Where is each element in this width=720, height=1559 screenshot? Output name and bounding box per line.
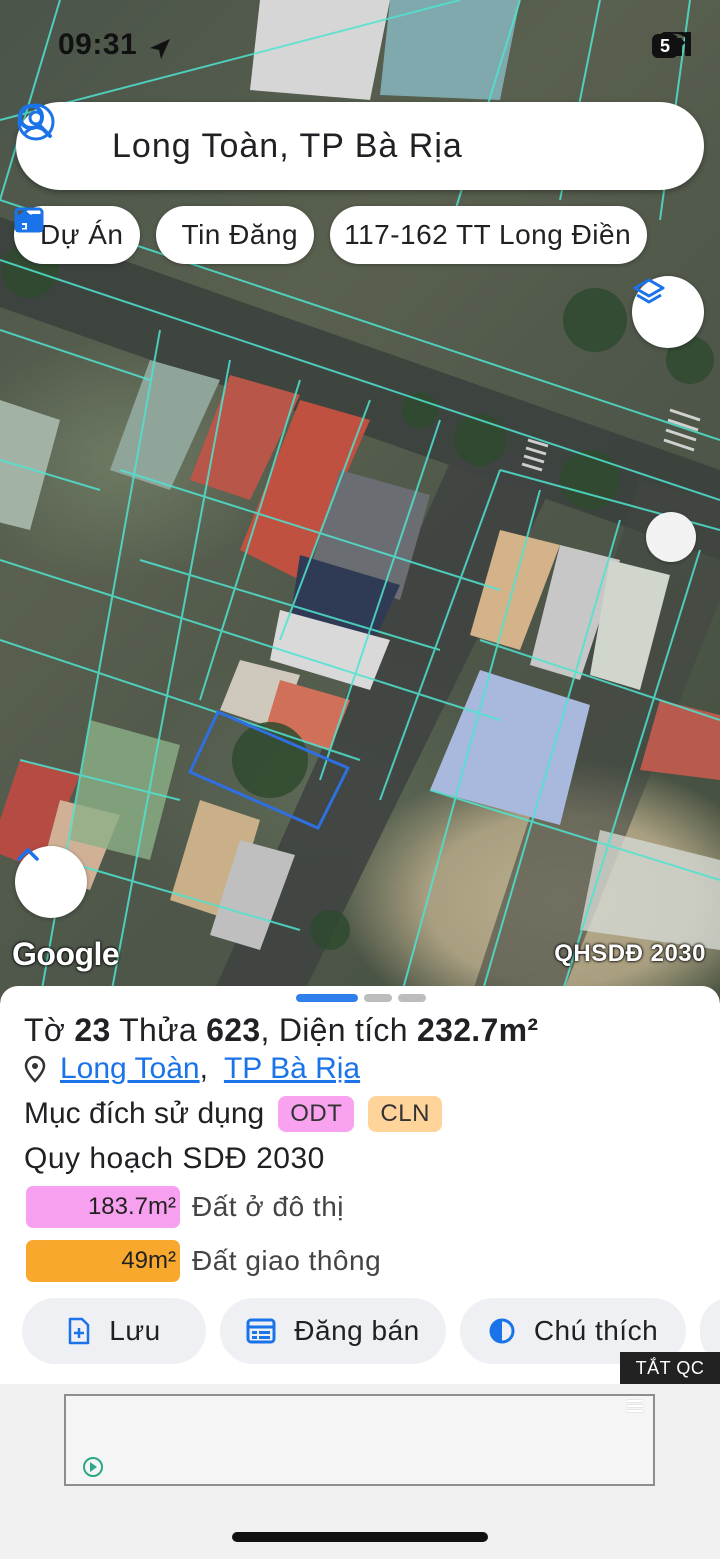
post-for-sale-label: Đăng bán (294, 1315, 420, 1346)
sheet-pager[interactable] (296, 994, 426, 1002)
purpose-tag-cln[interactable]: CLN (368, 1096, 442, 1132)
post-for-sale-button[interactable]: Đăng bán (220, 1298, 446, 1364)
pager-dot (398, 994, 426, 1002)
plan-title: Quy hoạch SDĐ 2030 (24, 1142, 325, 1175)
add-document-icon (67, 1317, 91, 1345)
search-bar[interactable] (16, 102, 704, 190)
search-icon[interactable] (16, 102, 54, 140)
plan-area-bar: 49m² (26, 1240, 180, 1282)
purpose-tag-odt[interactable]: ODT (278, 1096, 355, 1132)
layers-button[interactable] (632, 276, 704, 348)
chip-tin-dang[interactable]: Tin Đăng (14, 206, 315, 264)
pager-dot (364, 994, 392, 1002)
map-view[interactable]: 09:31 5 Long Toàn, TP Bà Rịa Dự Án Tin Đ… (0, 0, 720, 1000)
layers-icon (633, 278, 665, 304)
filter-chips: Dự Án Tin Đăng 117-162 TT Long Điền (14, 206, 648, 264)
plan-label: Đất giao thông (192, 1245, 382, 1276)
parcel-location: Long Toàn , TP Bà Rịa (24, 1052, 360, 1086)
map-layer-label: QHSDĐ 2030 (554, 940, 706, 967)
ad-menu-icon[interactable] (627, 1400, 643, 1415)
save-button-label: Lưu (109, 1315, 161, 1346)
calendar-list-icon (246, 1317, 276, 1345)
location-arrow-icon (150, 39, 170, 59)
chip-label: 117-162 TT Long Điền (344, 219, 632, 250)
plan-row-traffic: 49m² Đất giao thông (26, 1240, 381, 1282)
expand-button[interactable] (15, 846, 87, 918)
status-bar: 09:31 5 (0, 22, 720, 72)
status-time: 09:31 (58, 28, 138, 61)
location-link-ward[interactable]: Long Toàn (60, 1052, 200, 1086)
ad-choices-icon[interactable] (82, 1456, 104, 1478)
parcel-info-sheet: Tờ 23 Thửa 623, Diện tích 232.7m² Long T… (0, 986, 720, 1386)
google-logo: Google (12, 936, 120, 972)
land-use-purpose: Mục đích sử dụng ODT CLN (24, 1096, 442, 1132)
action-buttons: Lưu Đăng bán Chú thích (22, 1298, 720, 1364)
sheet-number: 23 (74, 1012, 111, 1048)
location-link-city[interactable]: TP Bà Rịa (224, 1052, 360, 1086)
home-indicator[interactable] (232, 1532, 488, 1542)
plan-row-residential: 183.7m² Đất ở đô thị (26, 1186, 344, 1228)
pager-dot-active (296, 994, 358, 1002)
area-label: Diện tích (278, 1012, 408, 1048)
search-input[interactable] (112, 124, 612, 168)
chip-address[interactable]: 117-162 TT Long Điền (330, 206, 648, 264)
legend-button-label: Chú thích (533, 1315, 659, 1346)
area-value: 232.7m² (417, 1012, 539, 1048)
location-pin-icon (24, 1055, 46, 1083)
sheet-label: Tờ (24, 1012, 66, 1048)
location-separator: , (199, 1052, 208, 1085)
plan-label: Đất ở đô thị (192, 1191, 344, 1222)
parcel-label: Thửa (119, 1012, 197, 1048)
purpose-label: Mục đích sử dụng (24, 1097, 265, 1130)
parcel-number: 623 (206, 1012, 261, 1048)
parcel-title: Tờ 23 Thửa 623, Diện tích 232.7m² (24, 1012, 539, 1048)
ad-area (0, 1384, 720, 1559)
map-drag-handle[interactable] (646, 512, 696, 562)
battery-indicator: 5 (652, 34, 678, 58)
half-circle-icon (488, 1317, 516, 1345)
save-button[interactable]: Lưu (22, 1298, 206, 1364)
chip-label: Dự Án (40, 219, 124, 250)
chip-label: Tin Đăng (181, 219, 299, 250)
ad-banner[interactable] (64, 1394, 655, 1486)
ad-off-button[interactable]: TẮT QC (620, 1352, 720, 1384)
chevron-up-icon (17, 848, 39, 861)
plan-area-bar: 183.7m² (26, 1186, 180, 1228)
